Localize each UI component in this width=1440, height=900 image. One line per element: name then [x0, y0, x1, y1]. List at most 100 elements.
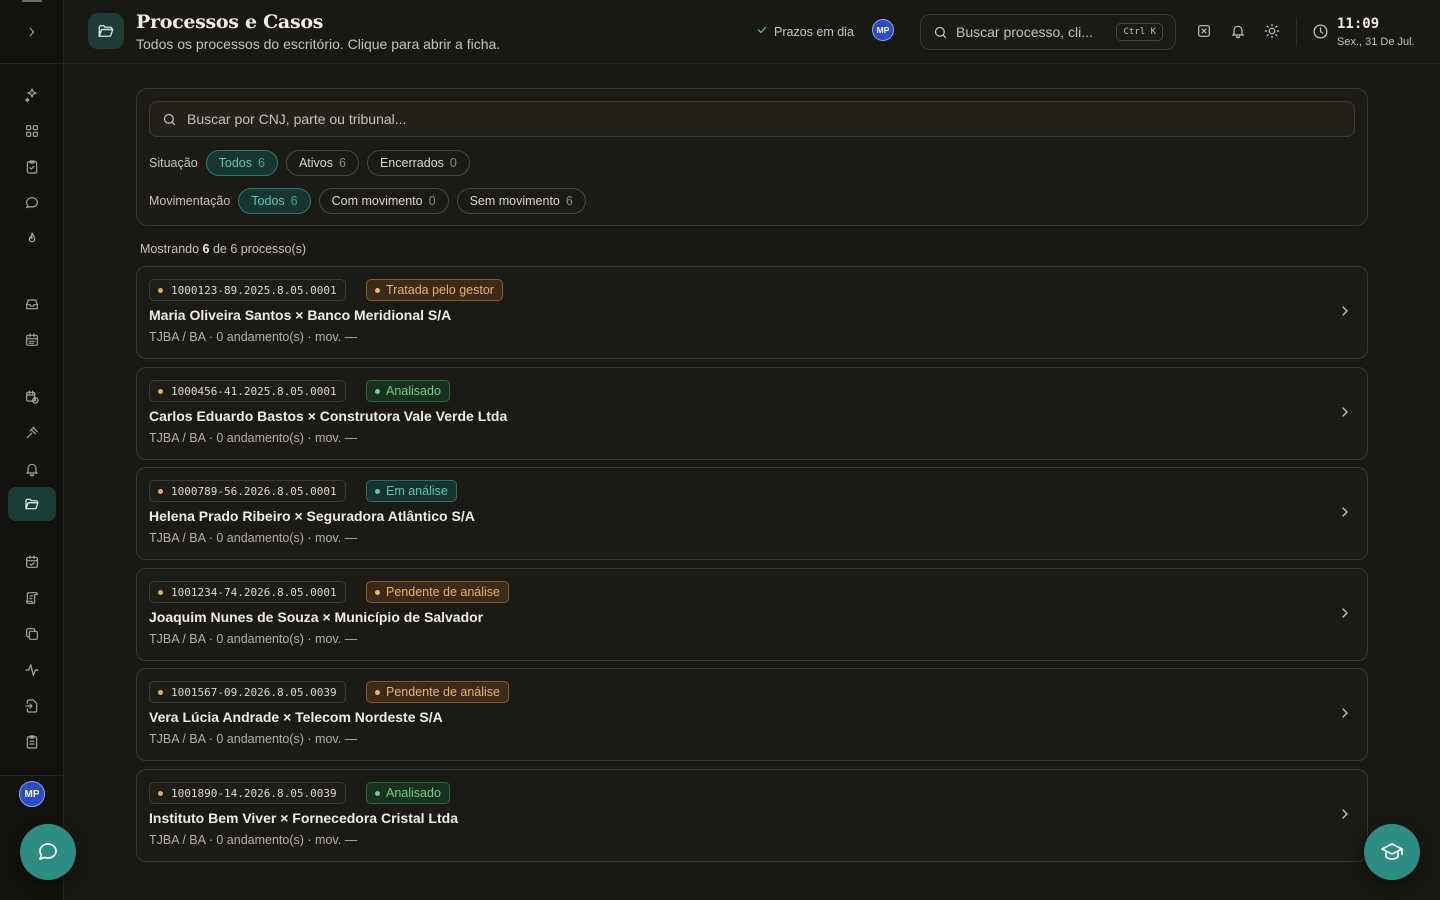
- status-label: Tratada pelo gestor: [386, 283, 494, 297]
- header-user-avatar[interactable]: MP: [872, 19, 894, 41]
- clipboard-list-icon: [26, 735, 38, 749]
- filter-chip-movimentacao-sem-movimento[interactable]: Sem movimento 6: [456, 188, 586, 214]
- sidebar-item-calendar[interactable]: [8, 323, 56, 357]
- chip-label: Com movimento: [331, 194, 423, 208]
- global-search[interactable]: Buscar processo, cli... Ctrl K: [920, 14, 1176, 50]
- sidebar-item-clipboard-list[interactable]: [8, 725, 56, 759]
- user-avatar[interactable]: MP: [19, 781, 45, 807]
- case-parties: Vera Lúcia Andrade × Telecom Nordeste S/…: [149, 709, 443, 725]
- inbox-icon: [26, 299, 38, 310]
- cnj-number: 1001890-14.2026.8.05.0039: [171, 786, 337, 800]
- sidebar-item-file-import[interactable]: [8, 689, 56, 723]
- sidebar-item-clipboard-check[interactable]: [8, 150, 56, 184]
- case-card[interactable]: 1001234-74.2026.8.05.0001 Pendente de aná…: [136, 568, 1368, 661]
- case-search-placeholder: Buscar por CNJ, parte ou tribunal...: [187, 111, 407, 127]
- filter-chip-situacao-todos[interactable]: Todos 6: [205, 150, 278, 176]
- status-label: Analisado: [386, 786, 441, 800]
- clock-date: Sex., 31 De Jul.: [1337, 36, 1415, 48]
- case-search-input[interactable]: Buscar por CNJ, parte ou tribunal...: [149, 101, 1355, 137]
- chat-button[interactable]: [20, 824, 76, 880]
- dashboard-grid-icon: [26, 125, 38, 137]
- clipboard-check-icon: [26, 160, 38, 174]
- chat-bubble-icon: [39, 843, 57, 860]
- sidebar-item-sparkles[interactable]: [8, 78, 56, 112]
- case-meta: TJBA / BA · 0 andamento(s) · mov. —: [149, 330, 358, 344]
- case-parties: Carlos Eduardo Bastos × Construtora Vale…: [149, 408, 508, 424]
- bell-icon[interactable]: [1229, 22, 1247, 40]
- status-dot-icon: [375, 388, 380, 394]
- cnj-badge: 1000789-56.2026.8.05.0001: [149, 480, 346, 502]
- search-shortcut: Ctrl K: [1116, 23, 1163, 41]
- page-title: Processos e Casos: [136, 11, 324, 33]
- chevron-right-icon[interactable]: [1337, 605, 1353, 626]
- filter-chip-movimentacao-com-movimento[interactable]: Com movimento 0: [318, 188, 449, 214]
- deadline-status-label: Prazos em dia: [774, 24, 854, 39]
- sidebar-item-activity[interactable]: [8, 653, 56, 687]
- cnj-badge: 1000456-41.2025.8.05.0001: [149, 380, 346, 402]
- chevron-right-icon[interactable]: [25, 25, 39, 39]
- chip-count: 6: [339, 156, 346, 170]
- case-parties: Helena Prado Ribeiro × Seguradora Atlânt…: [149, 508, 475, 524]
- bullet-dot-icon: [158, 287, 163, 293]
- page-header: Processos e Casos Todos os processos do …: [64, 0, 1440, 64]
- chip-count: 6: [258, 156, 265, 170]
- sidebar: MP: [0, 0, 64, 900]
- close-square-icon[interactable]: [1195, 22, 1213, 40]
- results-count-suffix: de 6 processo(s): [209, 242, 307, 256]
- chip-count: 0: [449, 156, 457, 170]
- chevron-right-icon[interactable]: [1337, 404, 1353, 425]
- sidebar-item-folder-open[interactable]: [8, 487, 56, 521]
- sidebar-item-gavel[interactable]: [8, 416, 56, 450]
- case-parties: Joaquim Nunes de Souza × Município de Sa…: [149, 609, 484, 625]
- case-card[interactable]: 1000123-89.2025.8.05.0001 Tratada pelo ge…: [136, 266, 1368, 359]
- chevron-right-icon[interactable]: [1337, 806, 1353, 827]
- sparkles-icon: [25, 88, 37, 103]
- cnj-badge: 1001567-09.2026.8.05.0039: [149, 681, 346, 703]
- sidebar-item-dashboard-grid[interactable]: [8, 114, 56, 148]
- case-meta: TJBA / BA · 0 andamento(s) · mov. —: [149, 833, 358, 847]
- search-icon: [934, 26, 947, 38]
- case-meta: TJBA / BA · 0 andamento(s) · mov. —: [149, 732, 358, 746]
- folder-open-icon: [88, 13, 124, 49]
- case-card[interactable]: 1000789-56.2026.8.05.0001 Em análise Helen…: [136, 467, 1368, 560]
- calendar-clock-icon: [26, 390, 39, 404]
- sidebar-item-flame[interactable]: [8, 222, 56, 256]
- sidebar-item-inbox[interactable]: [8, 287, 56, 321]
- case-card[interactable]: 1000456-41.2025.8.05.0001 Analisado Carlos…: [136, 367, 1368, 460]
- status-dot-icon: [375, 689, 380, 695]
- bullet-dot-icon: [158, 689, 163, 695]
- cnj-badge: 1001890-14.2026.8.05.0039: [149, 782, 346, 804]
- bullet-dot-icon: [158, 488, 163, 494]
- chevron-right-icon[interactable]: [1337, 303, 1353, 324]
- gavel-icon: [26, 426, 38, 439]
- sidebar-item-message-circle[interactable]: [8, 186, 56, 220]
- chevron-right-icon[interactable]: [1337, 504, 1353, 525]
- sidebar-item-scroll[interactable]: [8, 581, 56, 615]
- case-card[interactable]: 1001567-09.2026.8.05.0039 Pendente de aná…: [136, 668, 1368, 761]
- sidebar-item-calendar-check[interactable]: [8, 545, 56, 579]
- case-card[interactable]: 1001890-14.2026.8.05.0039 Analisado Instit…: [136, 769, 1368, 862]
- situacao-filter: Situação Todos 6 Ativos 6 Encerrados 0: [149, 150, 470, 176]
- activity-icon: [25, 664, 39, 676]
- sidebar-header: [0, 0, 63, 64]
- status-label: Em análise: [386, 484, 448, 498]
- filter-chip-situacao-ativos[interactable]: Ativos 6: [285, 150, 359, 176]
- cnj-number: 1001234-74.2026.8.05.0001: [171, 585, 337, 599]
- sun-icon[interactable]: [1263, 22, 1281, 40]
- case-meta: TJBA / BA · 0 andamento(s) · mov. —: [149, 632, 358, 646]
- status-label: Pendente de análise: [386, 585, 500, 599]
- filter-chip-situacao-encerrados[interactable]: Encerrados 0: [366, 150, 470, 176]
- calendar-check-icon: [26, 555, 38, 568]
- cnj-number: 1001567-09.2026.8.05.0039: [171, 685, 337, 699]
- copy-icon: [26, 628, 38, 640]
- sidebar-item-bell[interactable]: [8, 452, 56, 486]
- chevron-right-icon[interactable]: [1337, 705, 1353, 726]
- learn-button[interactable]: [1364, 824, 1420, 880]
- chip-label: Encerrados: [379, 156, 444, 170]
- case-parties: Maria Oliveira Santos × Banco Meridional…: [149, 307, 452, 323]
- page-subtitle: Todos os processos do escritório. Clique…: [136, 36, 501, 52]
- sidebar-item-copy[interactable]: [8, 617, 56, 651]
- filter-chip-movimentacao-todos[interactable]: Todos 6: [238, 188, 311, 214]
- bullet-dot-icon: [158, 589, 163, 595]
- sidebar-item-calendar-clock[interactable]: [8, 380, 56, 414]
